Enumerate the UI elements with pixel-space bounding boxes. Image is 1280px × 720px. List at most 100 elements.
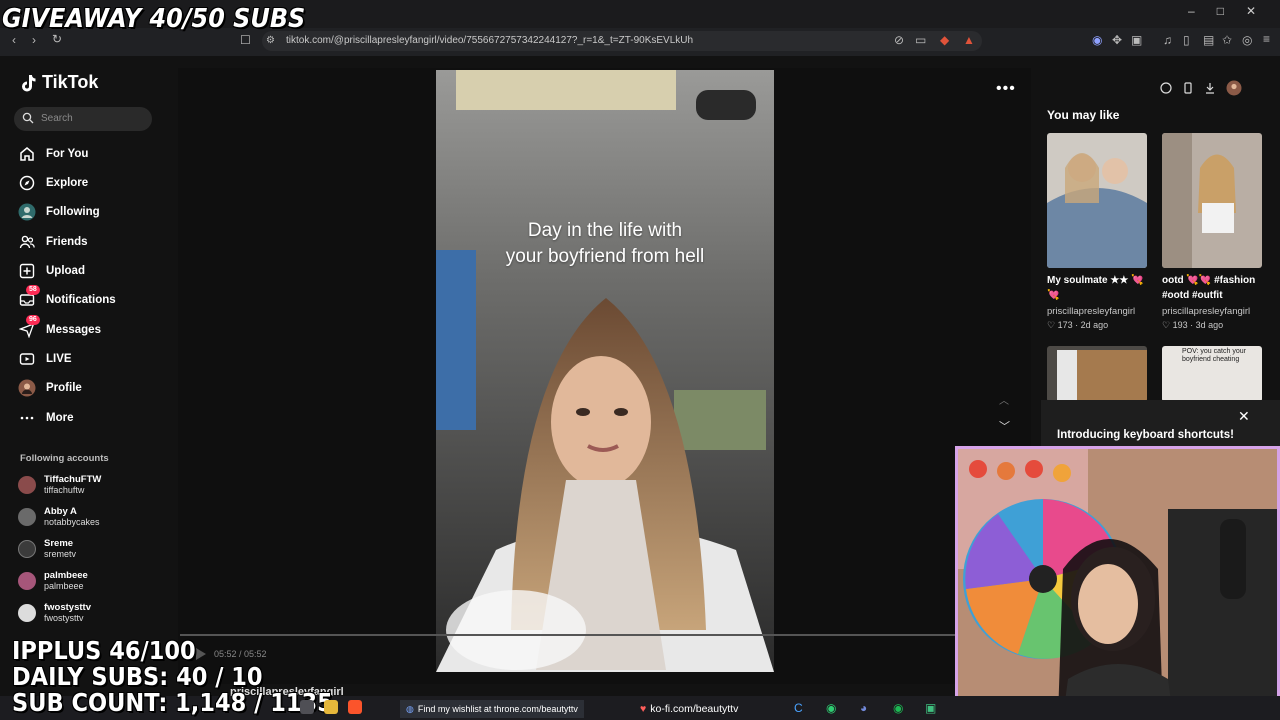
kofi-banner[interactable]: ♥ ko-fi.com/beautyttv xyxy=(640,700,738,718)
menu-icon[interactable]: ≡ xyxy=(1263,33,1270,45)
video-frame xyxy=(436,70,774,672)
nav-label: LIVE xyxy=(46,353,72,365)
avatar xyxy=(18,540,36,558)
compass-icon xyxy=(18,174,36,192)
nav-label: More xyxy=(46,412,74,424)
cast-icon[interactable]: ▭ xyxy=(915,34,926,46)
download-icon[interactable] xyxy=(1204,82,1216,94)
card-title[interactable]: ootd 💘💘 #fashion #ootd #outfit xyxy=(1162,273,1266,303)
forward-icon[interactable]: › xyxy=(32,34,36,46)
favorites-icon[interactable]: ✩ xyxy=(1222,34,1232,46)
app-icon[interactable]: ▣ xyxy=(925,702,936,714)
nav-friends[interactable]: Friends xyxy=(18,231,168,253)
recommendation-thumbnail[interactable] xyxy=(1047,133,1147,268)
file-explorer-icon[interactable] xyxy=(324,700,338,714)
play-icon[interactable] xyxy=(196,648,206,660)
send-icon: 96 xyxy=(18,315,40,339)
account-handle: notabbycakes xyxy=(44,517,100,527)
tiktok-note-icon xyxy=(22,74,36,91)
throne-icon: ◍ xyxy=(406,703,414,714)
extension-icon[interactable]: ◉ xyxy=(1092,34,1102,46)
reload-icon[interactable]: ↻ xyxy=(52,33,62,45)
search-placeholder: Search xyxy=(41,113,73,124)
nav-label: Explore xyxy=(46,177,89,189)
daily-subs-overlay: DAILY SUBS: 40 / 10 xyxy=(12,662,263,691)
account-handle: fwostysttv xyxy=(44,613,84,623)
back-icon[interactable]: ‹ xyxy=(12,34,16,46)
device-icon[interactable] xyxy=(1182,82,1194,94)
inbox-icon: 58 xyxy=(18,285,40,309)
search-icon xyxy=(22,112,34,124)
nav-explore[interactable]: Explore xyxy=(18,172,168,194)
nav-for-you[interactable]: For You xyxy=(18,143,168,165)
card-username[interactable]: priscillapresleyfangirl xyxy=(1047,306,1135,317)
nav-more[interactable]: More xyxy=(18,407,168,429)
card-title[interactable]: My soulmate ★★ 💘💘 xyxy=(1047,273,1151,303)
nav-live[interactable]: LIVE xyxy=(18,348,168,370)
close-icon[interactable]: ✕ xyxy=(1238,408,1250,425)
account-handle: tiffachuftw xyxy=(44,485,85,495)
nav-notifications[interactable]: 58 Notifications xyxy=(18,285,168,311)
panel-toolbar xyxy=(1160,80,1242,96)
discord-icon[interactable]: ◕ xyxy=(860,702,867,714)
more-options-icon[interactable]: ••• xyxy=(996,80,1016,98)
webcam-overlay xyxy=(955,446,1280,720)
friends-icon xyxy=(18,233,36,251)
maximize-button[interactable]: □ xyxy=(1217,4,1224,18)
vpn-icon[interactable]: ◎ xyxy=(1242,34,1252,46)
nav-profile[interactable]: Profile xyxy=(18,377,168,399)
caption-line-1: Day in the life with xyxy=(527,220,683,241)
following-account[interactable]: palmbeee palmbeee xyxy=(18,570,88,592)
notifications-badge: 58 xyxy=(26,285,40,295)
site-info-icon[interactable]: ⚙ xyxy=(266,35,275,47)
url-text[interactable]: tiktok.com/@priscillapresleyfangirl/vide… xyxy=(286,35,693,46)
following-account[interactable]: fwostysttv fwostysttv xyxy=(18,602,91,624)
sidebar-toggle-icon[interactable]: ▯ xyxy=(1183,34,1190,46)
following-account[interactable]: Sreme sremetv xyxy=(18,538,76,560)
video-progress-bar[interactable] xyxy=(180,634,956,636)
user-avatar-icon[interactable] xyxy=(1226,80,1242,96)
recommendation-thumbnail[interactable] xyxy=(1047,346,1147,402)
close-window-button[interactable]: ✕ xyxy=(1246,4,1256,18)
tiktok-wordmark: TikTok xyxy=(42,72,99,92)
account-name: fwostysttv xyxy=(44,602,91,613)
previous-video-icon[interactable]: ︿ xyxy=(999,392,1009,407)
puzzle-icon[interactable]: ✥ xyxy=(1112,34,1122,46)
start-icon[interactable] xyxy=(300,700,314,714)
next-video-icon[interactable]: ﹀ xyxy=(999,418,1010,434)
wishlist-text: Find my wishlist at throne.com/beautyttv xyxy=(417,704,578,714)
nav-label: Notifications xyxy=(46,294,116,306)
wishlist-banner[interactable]: ◍ Find my wishlist at throne.com/beautyt… xyxy=(400,700,584,718)
recommendation-thumbnail[interactable]: POV: you catch your boyfriend cheating xyxy=(1162,346,1262,402)
brave-shield-icon[interactable]: ◆ xyxy=(940,34,949,46)
nav-messages[interactable]: 96 Messages xyxy=(18,315,168,341)
recommendation-thumbnail[interactable] xyxy=(1162,133,1262,268)
nav-label: Messages xyxy=(46,324,101,336)
avatar xyxy=(18,508,36,526)
more-icon xyxy=(18,409,36,427)
app-icon[interactable]: ◉ xyxy=(826,702,836,714)
app-icon[interactable]: C xyxy=(794,702,803,714)
video-player[interactable] xyxy=(436,70,774,672)
nav-following[interactable]: Following xyxy=(18,201,168,223)
nav-upload[interactable]: Upload xyxy=(18,260,168,282)
wallet-icon[interactable]: ▤ xyxy=(1203,34,1214,46)
explore-icon[interactable] xyxy=(1160,82,1172,94)
following-avatar-icon xyxy=(18,203,36,221)
minimize-button[interactable]: – xyxy=(1188,4,1195,18)
card-username[interactable]: priscillapresleyfangirl xyxy=(1162,306,1250,317)
mute-tab-icon[interactable]: ⊘ xyxy=(894,34,904,46)
following-account[interactable]: TiffachuFTW tiffachuftw xyxy=(18,474,101,496)
spotify-icon[interactable]: ◉ xyxy=(893,702,903,714)
following-account[interactable]: Abby Anotabbycakes xyxy=(18,506,100,528)
bookmark-icon[interactable]: ☐ xyxy=(240,34,251,46)
avatar xyxy=(18,572,36,590)
tab-icon[interactable]: ▣ xyxy=(1131,34,1142,46)
brave-rewards-icon[interactable]: ▲ xyxy=(963,34,975,46)
tiktok-logo[interactable]: TikTok xyxy=(20,72,98,93)
account-name: Abby A xyxy=(44,506,77,517)
music-icon[interactable]: ♫ xyxy=(1163,34,1172,46)
search-input[interactable] xyxy=(14,107,152,131)
brave-browser-icon[interactable] xyxy=(348,700,362,714)
video-time: 05:52 / 05:52 xyxy=(214,649,267,659)
